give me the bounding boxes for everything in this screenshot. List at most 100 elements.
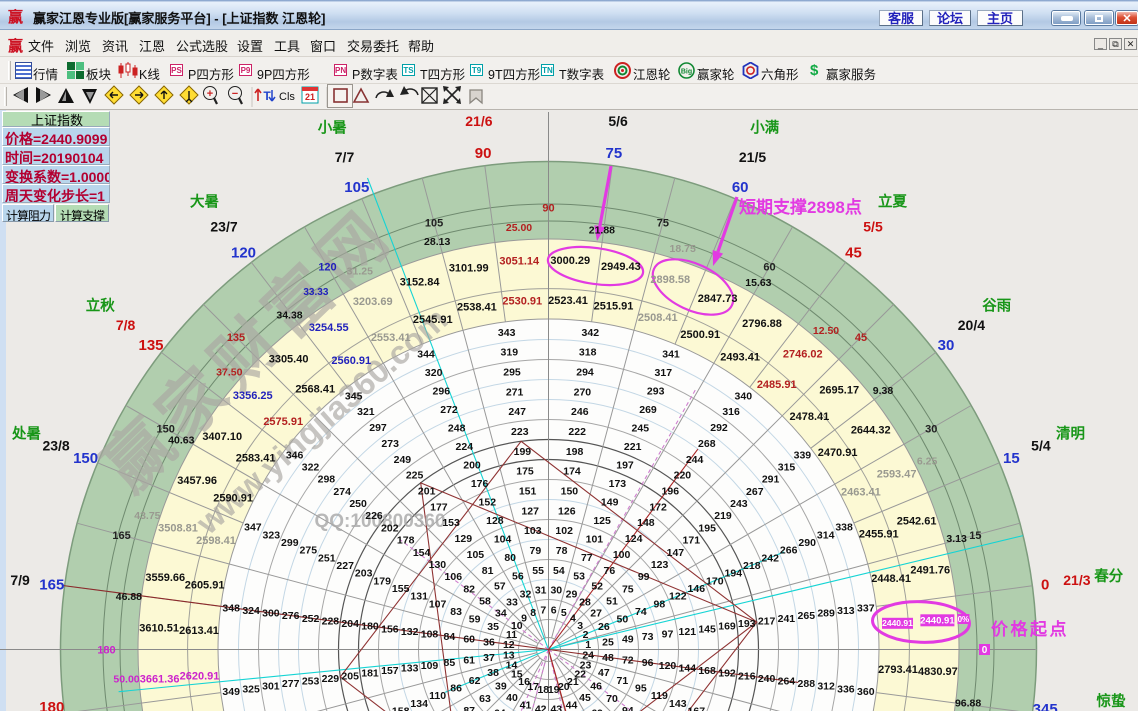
svg-text:57: 57 <box>494 581 506 593</box>
svg-text:272: 272 <box>440 404 458 416</box>
svg-text:大暑: 大暑 <box>190 192 219 210</box>
svg-text:275: 275 <box>300 545 318 557</box>
svg-text:37: 37 <box>483 652 495 664</box>
svg-text:9.38: 9.38 <box>873 385 894 397</box>
svg-text:20/4: 20/4 <box>958 317 985 333</box>
svg-text:5: 5 <box>561 607 567 619</box>
svg-text:小暑: 小暑 <box>318 120 347 137</box>
svg-text:243: 243 <box>730 498 748 510</box>
svg-text:2491.76: 2491.76 <box>910 565 950 577</box>
svg-text:2463.41: 2463.41 <box>841 487 881 499</box>
svg-text:222: 222 <box>568 426 586 438</box>
svg-text:318: 318 <box>579 347 597 359</box>
svg-text:312: 312 <box>817 681 835 693</box>
svg-text:314: 314 <box>817 529 835 541</box>
svg-text:253: 253 <box>302 676 320 688</box>
svg-text:250: 250 <box>349 498 367 510</box>
svg-text:52: 52 <box>591 581 603 593</box>
svg-text:131: 131 <box>410 591 428 603</box>
svg-text:2515.91: 2515.91 <box>594 300 634 312</box>
svg-text:Big: Big <box>681 69 692 76</box>
svg-text:0: 0 <box>1041 576 1049 593</box>
svg-text:40: 40 <box>506 692 518 704</box>
svg-text:3152.84: 3152.84 <box>400 276 441 288</box>
svg-text:102: 102 <box>555 525 573 537</box>
svg-text:2593.47: 2593.47 <box>877 469 917 481</box>
svg-text:35: 35 <box>487 621 499 633</box>
svg-text:348: 348 <box>222 602 240 614</box>
svg-text:21/5: 21/5 <box>739 149 766 165</box>
svg-text:81: 81 <box>482 565 494 577</box>
svg-text:108: 108 <box>421 629 439 641</box>
svg-text:223: 223 <box>511 426 529 438</box>
svg-text:265: 265 <box>798 610 816 622</box>
svg-text:291: 291 <box>762 474 780 486</box>
svg-text:3254.55: 3254.55 <box>309 322 349 334</box>
svg-text:165: 165 <box>112 530 130 542</box>
svg-text:320: 320 <box>425 367 443 379</box>
svg-text:317: 317 <box>655 367 673 379</box>
svg-text:5/6: 5/6 <box>608 113 628 129</box>
svg-text:21/3: 21/3 <box>1063 572 1090 588</box>
svg-text:T: T <box>263 89 271 103</box>
svg-text:122: 122 <box>669 591 687 603</box>
svg-text:32: 32 <box>520 589 532 601</box>
svg-text:30: 30 <box>550 585 562 597</box>
svg-text:180: 180 <box>361 621 379 633</box>
svg-text:319: 319 <box>501 347 519 359</box>
svg-text:+: + <box>207 88 213 100</box>
svg-text:3559.66: 3559.66 <box>145 572 185 584</box>
svg-text:144: 144 <box>679 662 697 674</box>
svg-text:205: 205 <box>341 670 359 682</box>
svg-text:7/9: 7/9 <box>10 572 30 588</box>
svg-text:221: 221 <box>624 441 642 453</box>
svg-text:29: 29 <box>566 589 578 601</box>
svg-text:58: 58 <box>479 596 491 608</box>
svg-text:341: 341 <box>662 349 680 361</box>
svg-text:127: 127 <box>521 505 539 517</box>
svg-text:2620.91: 2620.91 <box>180 671 220 683</box>
svg-text:2523.41: 2523.41 <box>548 295 588 307</box>
svg-text:296: 296 <box>433 386 451 398</box>
svg-text:小满: 小满 <box>750 119 779 137</box>
svg-text:95: 95 <box>635 682 647 694</box>
svg-text:75: 75 <box>622 583 634 595</box>
svg-text:200: 200 <box>463 459 481 471</box>
svg-text:2553.41: 2553.41 <box>371 332 411 344</box>
svg-text:30: 30 <box>938 337 955 354</box>
svg-text:135: 135 <box>138 337 163 354</box>
svg-text:181: 181 <box>361 668 379 680</box>
svg-text:73: 73 <box>642 631 654 643</box>
svg-text:2500.91: 2500.91 <box>680 329 720 341</box>
svg-text:43.75: 43.75 <box>134 510 160 522</box>
svg-text:264: 264 <box>778 676 796 688</box>
svg-text:313: 313 <box>837 605 855 617</box>
svg-text:177: 177 <box>430 501 448 513</box>
svg-text:7/8: 7/8 <box>116 317 136 333</box>
svg-text:202: 202 <box>381 522 399 534</box>
svg-text:72: 72 <box>622 655 634 667</box>
svg-text:价格起点: 价格起点 <box>991 619 1069 639</box>
svg-text:240: 240 <box>758 673 776 685</box>
svg-text:180: 180 <box>39 699 64 711</box>
svg-text:84: 84 <box>444 631 456 643</box>
svg-text:180: 180 <box>97 644 115 656</box>
svg-text:45: 45 <box>855 332 867 344</box>
svg-text:338: 338 <box>835 522 853 534</box>
svg-text:2695.17: 2695.17 <box>819 384 859 396</box>
svg-text:50.00: 50.00 <box>113 674 139 686</box>
svg-text:297: 297 <box>369 422 387 434</box>
svg-text:126: 126 <box>558 505 576 517</box>
svg-text:2493.41: 2493.41 <box>720 352 760 364</box>
svg-text:2448.41: 2448.41 <box>871 573 911 585</box>
svg-text:129: 129 <box>455 533 473 545</box>
svg-text:152: 152 <box>479 496 497 508</box>
svg-text:343: 343 <box>498 327 516 339</box>
svg-text:299: 299 <box>281 537 299 549</box>
svg-text:60: 60 <box>732 179 749 196</box>
svg-text:110: 110 <box>429 690 446 702</box>
svg-text:83: 83 <box>450 606 462 618</box>
svg-text:120: 120 <box>318 262 336 274</box>
svg-text:25: 25 <box>602 636 614 648</box>
svg-text:15.63: 15.63 <box>745 277 771 289</box>
